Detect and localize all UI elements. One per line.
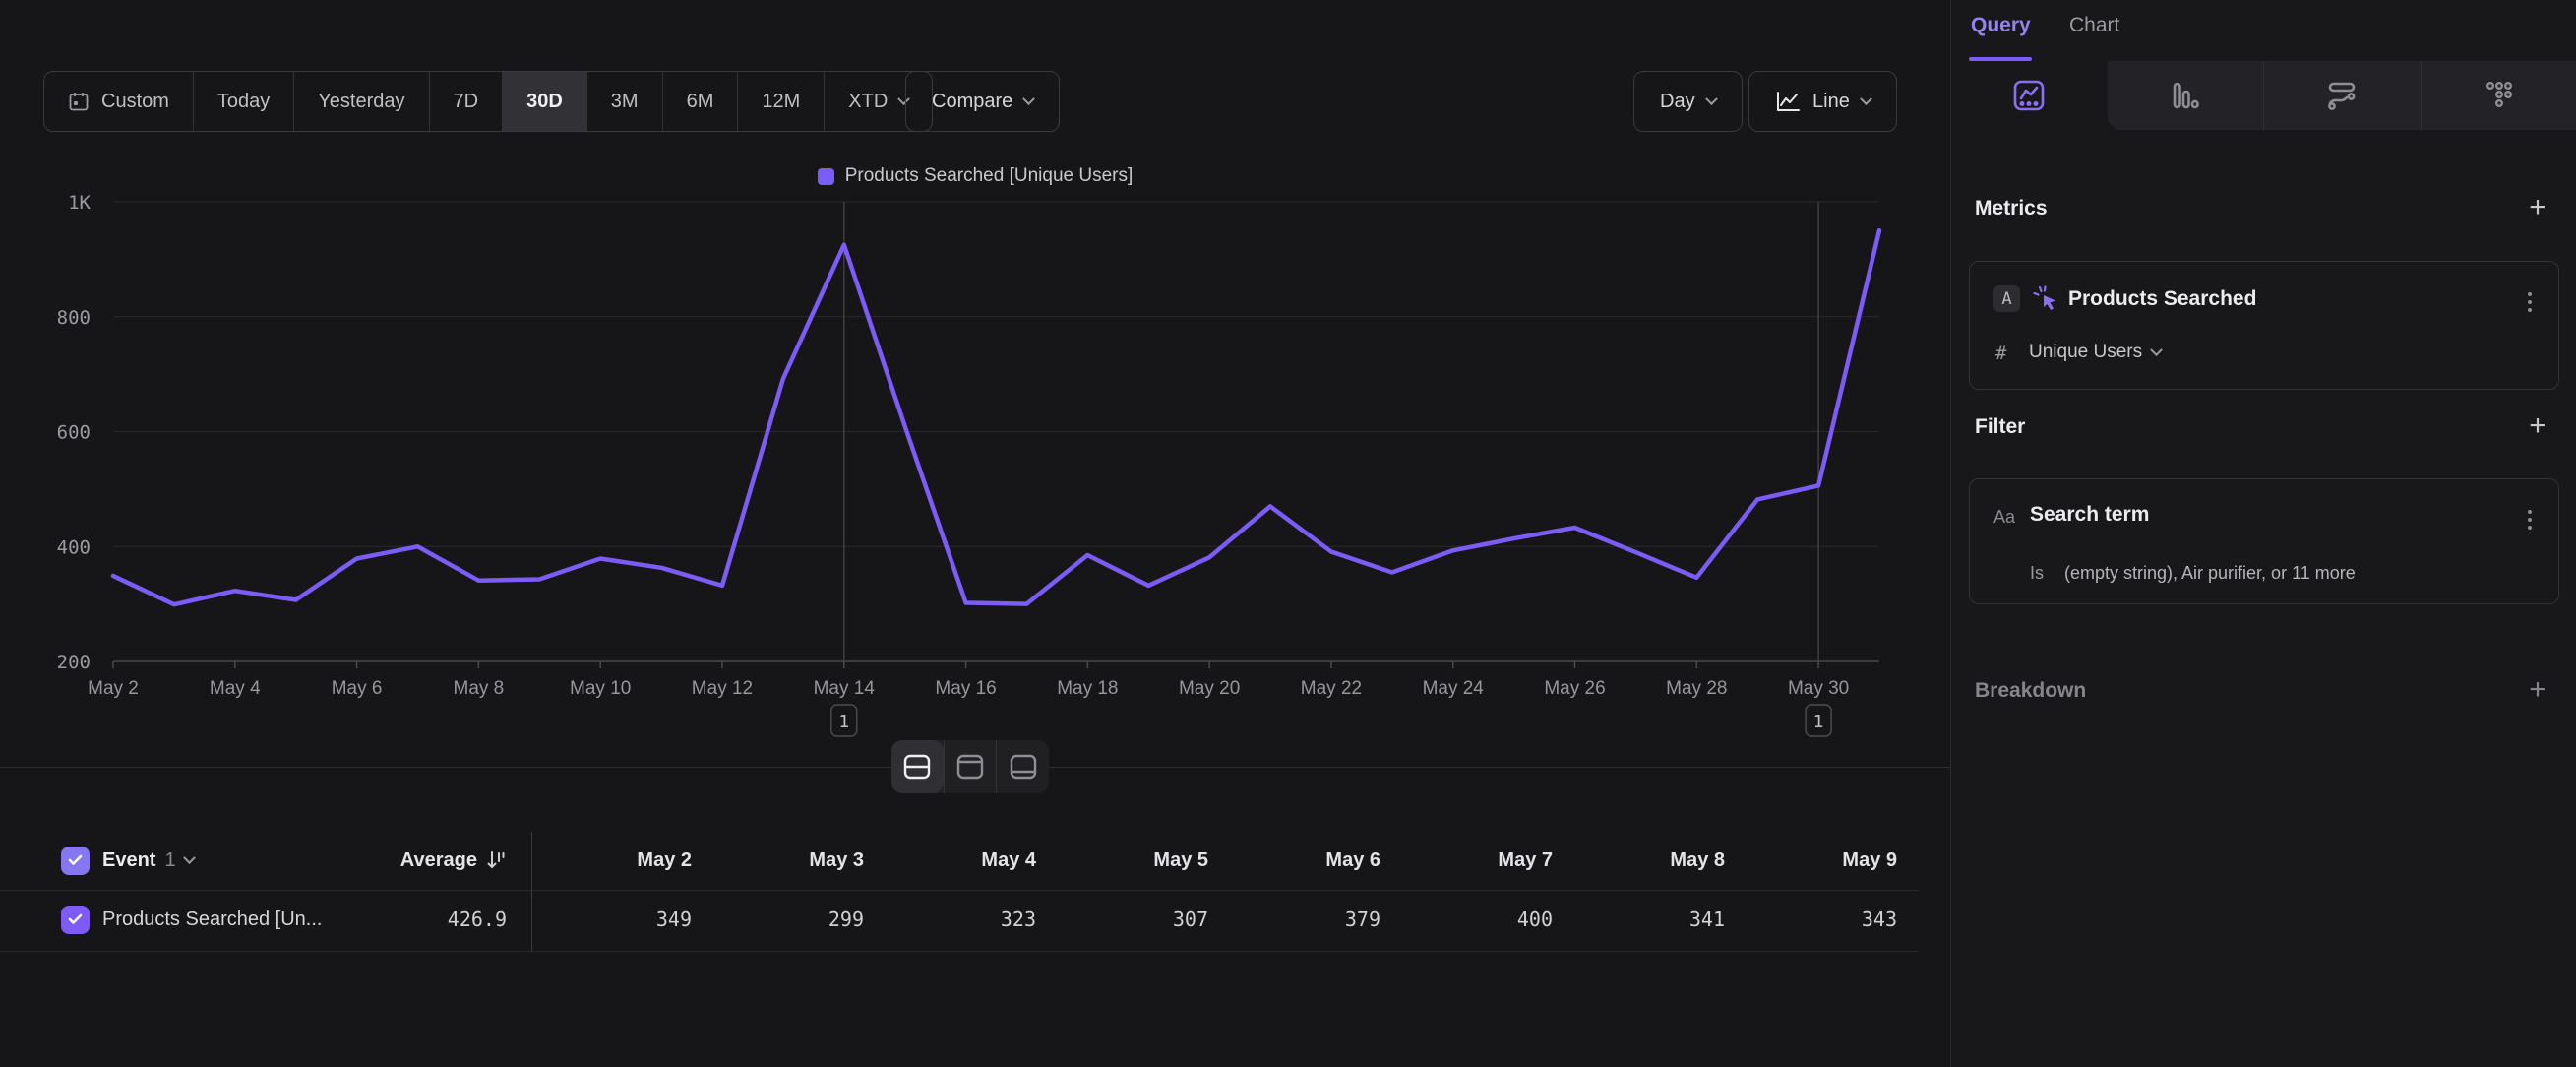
add-breakdown-button[interactable]: + (2523, 675, 2552, 705)
filter-operator[interactable]: Is (2030, 563, 2044, 584)
breakdown-heading: Breakdown (1975, 679, 2086, 703)
row-series-name: Products Searched [Un... (102, 909, 322, 931)
table-col-header[interactable]: May 4 (876, 849, 1048, 872)
svg-text:May 22: May 22 (1301, 678, 1362, 699)
table-cell: 307 (1048, 908, 1220, 931)
tab-query[interactable]: Query (1971, 14, 2031, 37)
filter-property-name[interactable]: Search term (2030, 503, 2149, 527)
query-panel: Query Chart (1950, 0, 2576, 1067)
svg-text:May 16: May 16 (935, 678, 996, 699)
table-col-header[interactable]: May 9 (1737, 849, 1909, 872)
svg-text:May 4: May 4 (210, 678, 261, 699)
table-cell: 379 (1220, 908, 1392, 931)
metric-event-name[interactable]: Products Searched (2068, 287, 2256, 311)
row-checkbox[interactable] (61, 906, 90, 934)
add-metric-button[interactable]: + (2523, 193, 2552, 222)
svg-text:May 28: May 28 (1666, 678, 1727, 699)
table-col-header[interactable]: May 3 (704, 849, 876, 872)
table-cell: 341 (1564, 908, 1737, 931)
insights-tab[interactable] (1951, 61, 2108, 130)
svg-text:1K: 1K (68, 192, 91, 214)
table-col-header[interactable]: May 2 (531, 849, 704, 872)
table-col-header[interactable]: May 8 (1564, 849, 1737, 872)
svg-text:200: 200 (57, 652, 91, 673)
insights-icon (2010, 77, 2048, 114)
svg-text:May 18: May 18 (1057, 678, 1118, 699)
svg-text:May 8: May 8 (454, 678, 505, 699)
metric-card[interactable]: A Products Searched # Unique Users (1969, 261, 2559, 390)
report-pane: Custom Today Yesterday 7D 30D 3M 6M 12M … (0, 0, 1950, 1067)
svg-text:800: 800 (57, 307, 91, 329)
svg-text:1: 1 (1813, 712, 1824, 732)
select-all-checkbox[interactable] (61, 847, 90, 875)
report-type-tabs (1951, 61, 2576, 130)
table-cell: 400 (1392, 908, 1564, 931)
row-average-value: 426.9 (325, 908, 507, 931)
table-col-header[interactable]: May 5 (1048, 849, 1220, 872)
aggregation-prefix: # (1995, 343, 2006, 364)
table-col-header[interactable]: May 6 (1220, 849, 1392, 872)
chevron-down-icon (2150, 344, 2163, 356)
table-view-button[interactable] (996, 740, 1049, 793)
svg-text:May 10: May 10 (570, 678, 631, 699)
svg-text:May 26: May 26 (1544, 678, 1605, 699)
svg-text:600: 600 (57, 422, 91, 444)
table-col-header[interactable]: May 7 (1392, 849, 1564, 872)
annotation-badge[interactable]: 1 (1806, 705, 1831, 736)
event-click-icon (2031, 283, 2062, 315)
check-icon (68, 913, 83, 925)
svg-text:May 20: May 20 (1179, 678, 1240, 699)
svg-text:May 14: May 14 (814, 678, 876, 699)
svg-text:1: 1 (838, 712, 849, 732)
add-filter-button[interactable]: + (2523, 411, 2552, 441)
flows-icon (2481, 77, 2518, 114)
metrics-heading: Metrics (1975, 197, 2048, 220)
average-column-header[interactable]: Average (325, 849, 507, 872)
check-icon (68, 854, 83, 866)
column-divider (531, 832, 532, 951)
svg-text:May 24: May 24 (1423, 678, 1485, 699)
divider (0, 951, 1919, 952)
table-date-headers: May 2May 3May 4May 5May 6May 7May 8May 9 (531, 832, 1909, 889)
svg-text:May 30: May 30 (1788, 678, 1849, 699)
panel-tabs: Query Chart (1951, 0, 2576, 61)
filter-heading: Filter (1975, 415, 2025, 439)
split-view-button[interactable] (891, 740, 944, 793)
retention-tab[interactable] (2263, 61, 2421, 130)
tab-chart[interactable]: Chart (2069, 14, 2119, 37)
table-row[interactable]: Products Searched [Un... 426.9 349299323… (0, 891, 1950, 948)
table-date-values: 349299323307379400341343 (531, 891, 1909, 948)
metric-letter-badge: A (1993, 285, 2020, 312)
view-toggle-group (891, 740, 1049, 793)
filter-card[interactable]: Aa Search term Is (empty string), Air pu… (1969, 478, 2559, 604)
filter-value[interactable]: (empty string), Air purifier, or 11 more (2064, 563, 2356, 584)
table-cell: 349 (531, 908, 704, 931)
metric-menu-button[interactable] (2519, 287, 2541, 317)
svg-text:May 6: May 6 (332, 678, 383, 699)
chart-view-icon (955, 753, 985, 781)
funnels-icon (2168, 78, 2203, 113)
svg-text:May 12: May 12 (692, 678, 753, 699)
funnels-tab[interactable] (2108, 61, 2264, 130)
table-cell: 343 (1737, 908, 1909, 931)
aggregation-selector[interactable]: Unique Users (2029, 342, 2161, 363)
flows-tab[interactable] (2421, 61, 2576, 130)
table-cell: 299 (704, 908, 876, 931)
sort-icon (485, 849, 507, 871)
retention-icon (2323, 77, 2361, 114)
text-property-icon: Aa (1993, 507, 2015, 528)
event-column-header[interactable]: Event 1 (102, 849, 194, 872)
filter-menu-button[interactable] (2519, 505, 2541, 534)
annotation-badge[interactable]: 1 (831, 705, 857, 736)
svg-text:400: 400 (57, 536, 91, 558)
table-header-row: Event 1 Average May 2May 3May 4May 5May … (0, 832, 1950, 889)
chevron-down-icon (183, 851, 196, 864)
table-view-icon (1009, 753, 1038, 781)
svg-text:May 2: May 2 (88, 678, 139, 699)
chart-view-button[interactable] (944, 740, 997, 793)
line-chart[interactable]: 200 400 600 800 1K May 2 May 4 May 6 May 8 May 10… (0, 0, 1950, 763)
table-cell: 323 (876, 908, 1048, 931)
split-view-icon (902, 753, 932, 781)
